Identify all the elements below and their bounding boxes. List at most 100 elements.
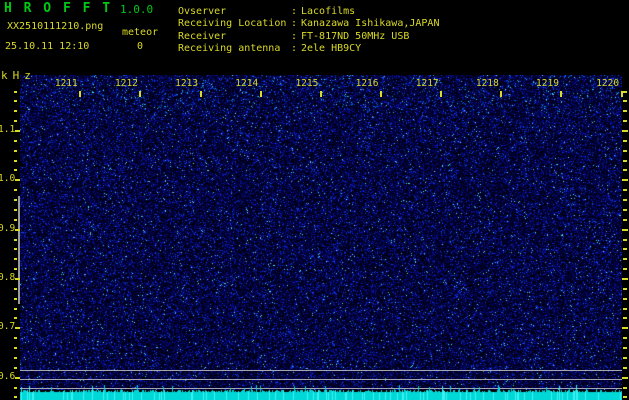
minute-tick [440, 91, 443, 97]
freq-minor-tick-left [14, 169, 17, 172]
freq-minor-tick-right [623, 120, 627, 123]
freq-minor-tick-right [623, 356, 627, 359]
reference-line [20, 370, 622, 371]
freq-major-tick-right [622, 228, 628, 231]
freq-minor-tick-left [14, 120, 17, 123]
freq-minor-tick-left [14, 396, 17, 399]
freq-minor-tick-right [623, 337, 627, 340]
minute-tick [560, 91, 563, 97]
freq-minor-tick-left [14, 149, 17, 152]
freq-major-tick-left [15, 376, 20, 379]
freq-major-tick-right [622, 179, 628, 182]
freq-minor-tick-right [623, 347, 627, 350]
output-filename: XX2510111210.png [7, 21, 104, 32]
freq-minor-tick-right [623, 386, 627, 389]
freq-label: 0.7 [0, 321, 16, 333]
info-label: Ovserver [178, 6, 227, 17]
freq-minor-tick-right [623, 268, 627, 271]
freq-label: 1.1 [0, 124, 16, 135]
freq-minor-tick-right [623, 139, 627, 142]
freq-minor-tick-right [623, 307, 627, 310]
info-colon: : [291, 43, 298, 54]
minute-tick [199, 91, 202, 97]
freq-minor-tick-left [14, 139, 17, 142]
freq-minor-tick-left [14, 199, 17, 202]
freq-unit-label: kHz [1, 69, 36, 82]
info-value: FT-817ND 50MHz USB [301, 31, 410, 42]
minute-label: 1215 [295, 78, 319, 89]
minute-tick [79, 91, 82, 97]
spectrogram-canvas [20, 75, 622, 390]
freq-minor-tick-left [14, 337, 17, 340]
freq-minor-tick-left [14, 366, 17, 369]
minute-label: 1220 [596, 78, 620, 89]
freq-minor-tick-right [623, 110, 627, 113]
freq-minor-tick-right [623, 396, 627, 399]
freq-minor-tick-right [623, 366, 627, 369]
freq-minor-tick-left [14, 189, 17, 192]
freq-minor-tick-left [14, 100, 17, 103]
info-colon: : [291, 6, 298, 17]
info-value: Lacofilms [301, 6, 356, 17]
freq-minor-tick-right [623, 258, 627, 261]
timestamp: 25.10.11 12:10 [5, 41, 90, 52]
freq-major-tick-right [622, 327, 628, 330]
freq-major-tick-right [622, 376, 628, 379]
mode-label: meteor [122, 27, 159, 38]
minute-label: 1214 [235, 78, 259, 89]
freq-minor-tick-right [623, 189, 627, 192]
freq-major-tick-left [15, 130, 20, 132]
info-value: Kanazawa Ishikawa,JAPAN [301, 18, 440, 29]
freq-minor-tick-right [623, 100, 627, 103]
freq-minor-tick-left [14, 268, 17, 271]
freq-minor-tick-left [14, 297, 17, 300]
freq-major-tick-left [15, 327, 20, 330]
info-label: Receiving Location [178, 18, 287, 29]
freq-minor-tick-left [14, 159, 17, 162]
freq-minor-tick-right [623, 149, 627, 152]
freq-minor-tick-right [623, 287, 627, 290]
freq-minor-tick-left [14, 347, 17, 350]
freq-minor-tick-right [623, 248, 627, 251]
freq-major-tick-right [622, 130, 628, 132]
minute-tick [319, 91, 322, 97]
freq-label: 0.9 [0, 222, 16, 234]
calibration-line [18, 196, 20, 304]
info-colon: : [291, 18, 298, 29]
info-value: 2ele HB9CY [301, 43, 362, 54]
freq-major-tick-left [15, 277, 20, 280]
minute-label: 1219 [536, 78, 559, 89]
freq-minor-tick-left [14, 317, 17, 320]
minute-label: 1211 [54, 78, 78, 89]
freq-minor-tick-left [14, 258, 17, 261]
freq-minor-tick-right [623, 169, 627, 172]
freq-minor-tick-right [623, 199, 627, 202]
freq-minor-tick-left [14, 386, 17, 389]
freq-minor-tick-right [623, 90, 627, 93]
freq-minor-tick-left [14, 307, 17, 310]
freq-minor-tick-left [14, 238, 17, 241]
freq-minor-tick-right [623, 317, 627, 320]
freq-minor-tick-right [623, 238, 627, 241]
freq-minor-tick-left [14, 287, 17, 290]
freq-minor-tick-right [623, 159, 627, 162]
freq-minor-tick-left [14, 110, 17, 113]
freq-major-tick-right [622, 277, 628, 280]
minute-tick [380, 91, 382, 97]
reference-line [20, 379, 622, 380]
signal-level-canvas [20, 383, 622, 400]
app-version: 1.0.0 [120, 3, 154, 16]
minute-label: 1218 [475, 78, 499, 89]
freq-minor-tick-left [14, 248, 17, 251]
freq-label: 1.0 [0, 173, 16, 185]
minute-label: 1212 [115, 78, 138, 89]
info-label: Receiver [178, 31, 227, 42]
freq-major-tick-left [15, 228, 20, 231]
freq-minor-tick-left [14, 356, 17, 359]
freq-label: 0.8 [0, 271, 16, 283]
info-label: Receiving antenna [178, 43, 281, 54]
freq-minor-tick-right [623, 218, 627, 221]
freq-minor-tick-left [14, 208, 17, 211]
freq-major-tick-left [15, 179, 20, 182]
minute-tick [259, 91, 262, 97]
